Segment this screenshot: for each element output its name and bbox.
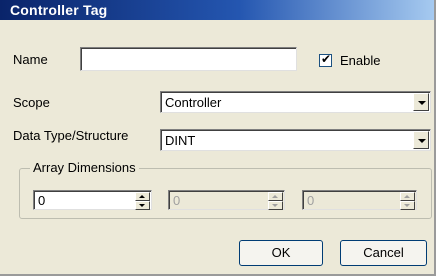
dim2-spin-up-icon: [268, 192, 283, 201]
dim3-spin-up-icon: [400, 192, 415, 201]
name-input[interactable]: [80, 47, 297, 71]
ok-button[interactable]: OK: [239, 240, 323, 266]
name-label: Name: [13, 52, 48, 67]
dim2-spin-down-icon: [268, 201, 283, 210]
dimension-1-input[interactable]: 0: [33, 190, 152, 210]
datatype-select[interactable]: DINT: [160, 129, 431, 151]
dim1-spin-up-icon[interactable]: [135, 192, 150, 201]
cancel-button[interactable]: Cancel: [340, 240, 427, 266]
scope-select[interactable]: Controller: [160, 91, 431, 113]
scope-dropdown-arrow-icon[interactable]: [413, 93, 429, 111]
enable-checkbox[interactable]: [319, 52, 332, 67]
dialog-title: Controller Tag: [10, 2, 108, 18]
title-bar[interactable]: Controller Tag: [0, 0, 434, 20]
controller-tag-dialog: Controller Tag Name Enable Scope Control…: [0, 0, 436, 276]
dim3-spin-down-icon: [400, 201, 415, 210]
array-dimensions-legend: Array Dimensions: [30, 160, 139, 175]
enable-label: Enable: [340, 53, 381, 68]
scope-label: Scope: [13, 95, 50, 110]
datatype-label: Data Type/Structure: [13, 128, 129, 143]
dimension-3-input: 0: [302, 190, 417, 210]
datatype-dropdown-arrow-icon[interactable]: [413, 131, 429, 149]
dimension-2-input: 0: [168, 190, 285, 210]
dim1-spin-down-icon[interactable]: [135, 201, 150, 210]
